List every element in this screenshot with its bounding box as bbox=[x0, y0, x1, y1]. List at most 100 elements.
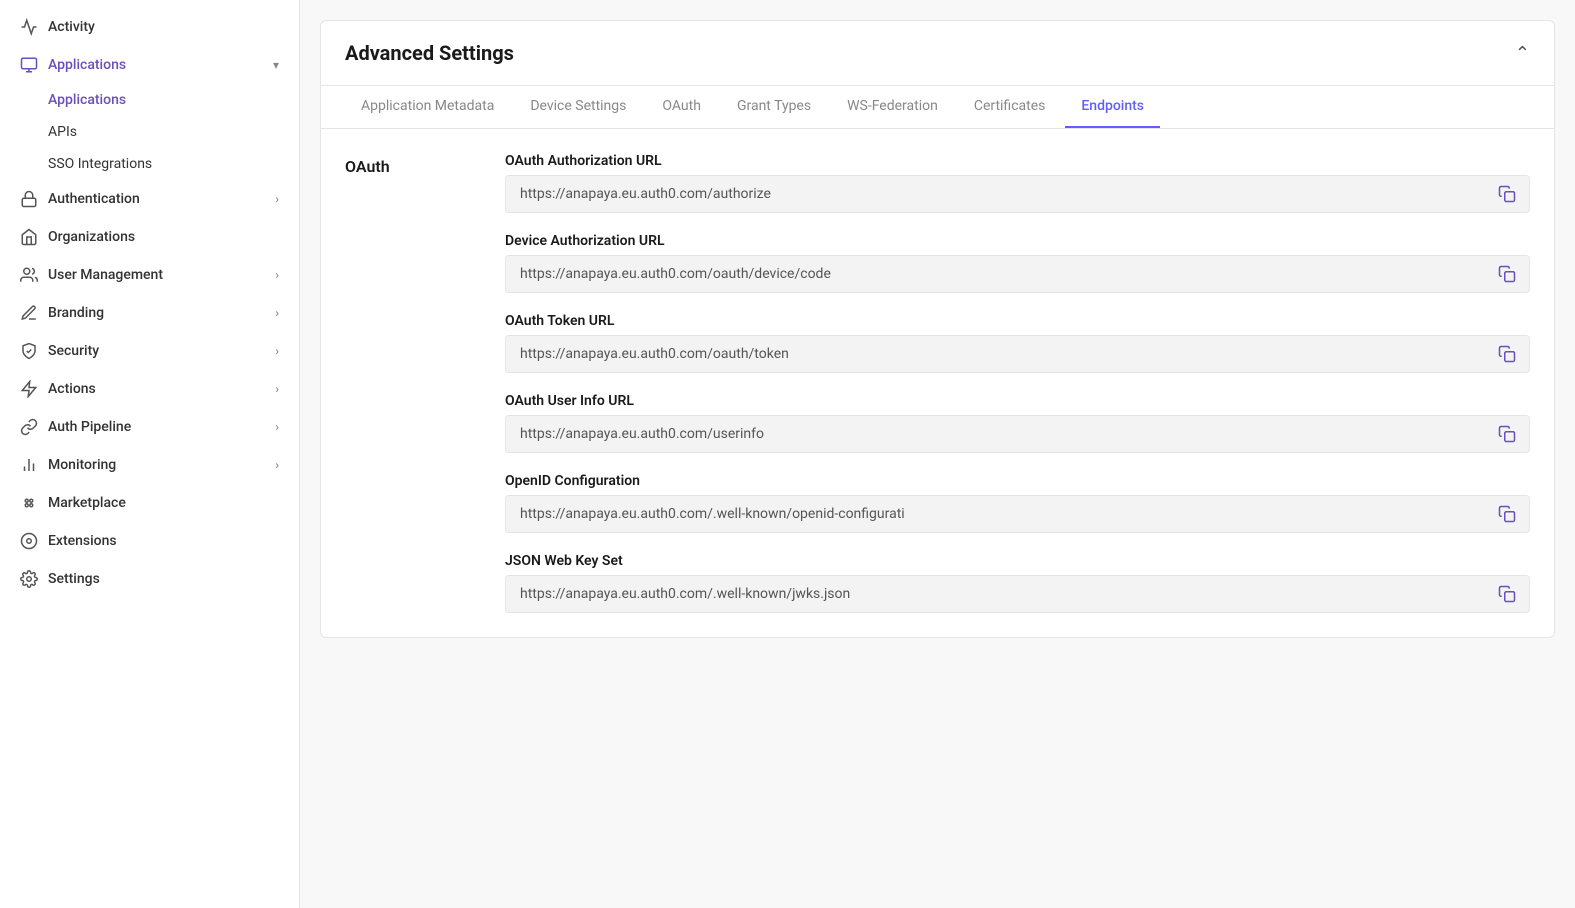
sidebar-label-security: Security bbox=[48, 343, 99, 359]
endpoint-group-user-info: OAuth User Info URL bbox=[505, 393, 1530, 453]
marketplace-icon bbox=[20, 494, 38, 512]
card-title: Advanced Settings bbox=[345, 41, 514, 65]
sidebar-label-settings: Settings bbox=[48, 571, 100, 587]
endpoint-input-wrapper-oauth-token bbox=[505, 335, 1530, 373]
actions-icon bbox=[20, 380, 38, 398]
endpoint-input-oauth-token[interactable] bbox=[505, 335, 1530, 373]
copy-icon-device bbox=[1498, 265, 1516, 283]
tab-certificates[interactable]: Certificates bbox=[958, 86, 1062, 128]
sidebar-item-applications[interactable]: Applications ▾ bbox=[0, 46, 299, 84]
settings-icon bbox=[20, 570, 38, 588]
advanced-settings-card: Advanced Settings ⌃ Application Metadata… bbox=[320, 20, 1555, 638]
endpoint-label-user-info: OAuth User Info URL bbox=[505, 393, 1530, 409]
security-icon bbox=[20, 342, 38, 360]
chevron-right-icon-branding: › bbox=[275, 306, 279, 320]
activity-icon bbox=[20, 18, 38, 36]
chevron-right-icon-actions: › bbox=[275, 382, 279, 396]
sidebar-item-marketplace[interactable]: Marketplace bbox=[0, 484, 299, 522]
sidebar-label-marketplace: Marketplace bbox=[48, 495, 126, 511]
auth-pipeline-icon bbox=[20, 418, 38, 436]
endpoint-label-oauth-token: OAuth Token URL bbox=[505, 313, 1530, 329]
authentication-icon bbox=[20, 190, 38, 208]
sidebar: Activity Applications ▾ Applications API… bbox=[0, 0, 300, 908]
endpoint-input-wrapper-oauth-auth bbox=[505, 175, 1530, 213]
endpoint-group-oauth-auth: OAuth Authorization URL bbox=[505, 153, 1530, 213]
collapse-button[interactable]: ⌃ bbox=[1515, 43, 1530, 64]
sidebar-item-branding[interactable]: Branding › bbox=[0, 294, 299, 332]
endpoint-label-device-auth: Device Authorization URL bbox=[505, 233, 1530, 249]
tab-grant-types[interactable]: Grant Types bbox=[721, 86, 827, 128]
endpoint-input-wrapper-openid bbox=[505, 495, 1530, 533]
oauth-section-label: OAuth bbox=[345, 153, 465, 613]
sidebar-item-organizations[interactable]: Organizations bbox=[0, 218, 299, 256]
main-content: Advanced Settings ⌃ Application Metadata… bbox=[300, 0, 1575, 908]
tab-application-metadata[interactable]: Application Metadata bbox=[345, 86, 510, 128]
endpoint-label-openid: OpenID Configuration bbox=[505, 473, 1530, 489]
endpoint-group-oauth-token: OAuth Token URL bbox=[505, 313, 1530, 373]
endpoints-list: OAuth Authorization URL Device Authoriza… bbox=[505, 153, 1530, 613]
chevron-right-icon-um: › bbox=[275, 268, 279, 282]
endpoint-input-oauth-auth[interactable] bbox=[505, 175, 1530, 213]
copy-icon-token bbox=[1498, 345, 1516, 363]
card-body: OAuth OAuth Authorization URL Device Aut… bbox=[321, 129, 1554, 637]
sidebar-item-security[interactable]: Security › bbox=[0, 332, 299, 370]
sidebar-label-organizations: Organizations bbox=[48, 229, 135, 245]
sidebar-sub-sso-integrations[interactable]: SSO Integrations bbox=[0, 148, 299, 180]
copy-icon-userinfo bbox=[1498, 425, 1516, 443]
endpoint-input-wrapper-jwks bbox=[505, 575, 1530, 613]
endpoint-input-wrapper-device-auth bbox=[505, 255, 1530, 293]
copy-button-user-info[interactable] bbox=[1494, 421, 1520, 447]
copy-button-openid[interactable] bbox=[1494, 501, 1520, 527]
sidebar-item-settings[interactable]: Settings bbox=[0, 560, 299, 598]
sidebar-item-extensions[interactable]: Extensions bbox=[0, 522, 299, 560]
endpoint-input-openid[interactable] bbox=[505, 495, 1530, 533]
copy-button-device-auth[interactable] bbox=[1494, 261, 1520, 287]
chevron-right-icon-monitoring: › bbox=[275, 458, 279, 472]
tab-ws-federation[interactable]: WS-Federation bbox=[831, 86, 954, 128]
chevron-right-icon-pipeline: › bbox=[275, 420, 279, 434]
copy-icon-openid bbox=[1498, 505, 1516, 523]
sidebar-sub-apis[interactable]: APIs bbox=[0, 116, 299, 148]
endpoint-group-openid: OpenID Configuration bbox=[505, 473, 1530, 533]
card-header: Advanced Settings ⌃ bbox=[321, 21, 1554, 86]
sidebar-label-actions: Actions bbox=[48, 381, 96, 397]
copy-button-oauth-auth[interactable] bbox=[1494, 181, 1520, 207]
branding-icon bbox=[20, 304, 38, 322]
sidebar-item-actions[interactable]: Actions › bbox=[0, 370, 299, 408]
endpoint-input-user-info[interactable] bbox=[505, 415, 1530, 453]
endpoint-group-jwks: JSON Web Key Set bbox=[505, 553, 1530, 613]
tab-oauth[interactable]: OAuth bbox=[646, 86, 717, 128]
sidebar-item-user-management[interactable]: User Management › bbox=[0, 256, 299, 294]
sidebar-sub-applications[interactable]: Applications bbox=[0, 84, 299, 116]
sidebar-item-authentication[interactable]: Authentication › bbox=[0, 180, 299, 218]
endpoint-input-device-auth[interactable] bbox=[505, 255, 1530, 293]
endpoint-label-jwks: JSON Web Key Set bbox=[505, 553, 1530, 569]
user-management-icon bbox=[20, 266, 38, 284]
sidebar-label-user-management: User Management bbox=[48, 267, 163, 283]
endpoint-label-oauth-auth: OAuth Authorization URL bbox=[505, 153, 1530, 169]
copy-icon bbox=[1498, 185, 1516, 203]
chevron-right-icon-auth: › bbox=[275, 192, 279, 206]
sidebar-label-activity: Activity bbox=[48, 19, 95, 35]
endpoint-group-device-auth: Device Authorization URL bbox=[505, 233, 1530, 293]
monitoring-icon bbox=[20, 456, 38, 474]
sidebar-label-applications: Applications bbox=[48, 57, 126, 73]
sidebar-label-monitoring: Monitoring bbox=[48, 457, 116, 473]
copy-button-oauth-token[interactable] bbox=[1494, 341, 1520, 367]
chevron-right-icon-security: › bbox=[275, 344, 279, 358]
tab-endpoints[interactable]: Endpoints bbox=[1065, 86, 1160, 128]
sidebar-label-branding: Branding bbox=[48, 305, 104, 321]
copy-icon-jwks bbox=[1498, 585, 1516, 603]
sidebar-label-authentication: Authentication bbox=[48, 191, 140, 207]
sidebar-item-auth-pipeline[interactable]: Auth Pipeline › bbox=[0, 408, 299, 446]
sidebar-item-activity[interactable]: Activity bbox=[0, 8, 299, 46]
sidebar-item-monitoring[interactable]: Monitoring › bbox=[0, 446, 299, 484]
copy-button-jwks[interactable] bbox=[1494, 581, 1520, 607]
extensions-icon bbox=[20, 532, 38, 550]
sidebar-label-extensions: Extensions bbox=[48, 533, 117, 549]
endpoint-input-jwks[interactable] bbox=[505, 575, 1530, 613]
sidebar-label-auth-pipeline: Auth Pipeline bbox=[48, 419, 131, 435]
tab-device-settings[interactable]: Device Settings bbox=[514, 86, 642, 128]
endpoint-input-wrapper-user-info bbox=[505, 415, 1530, 453]
tabs-bar: Application Metadata Device Settings OAu… bbox=[321, 86, 1554, 129]
